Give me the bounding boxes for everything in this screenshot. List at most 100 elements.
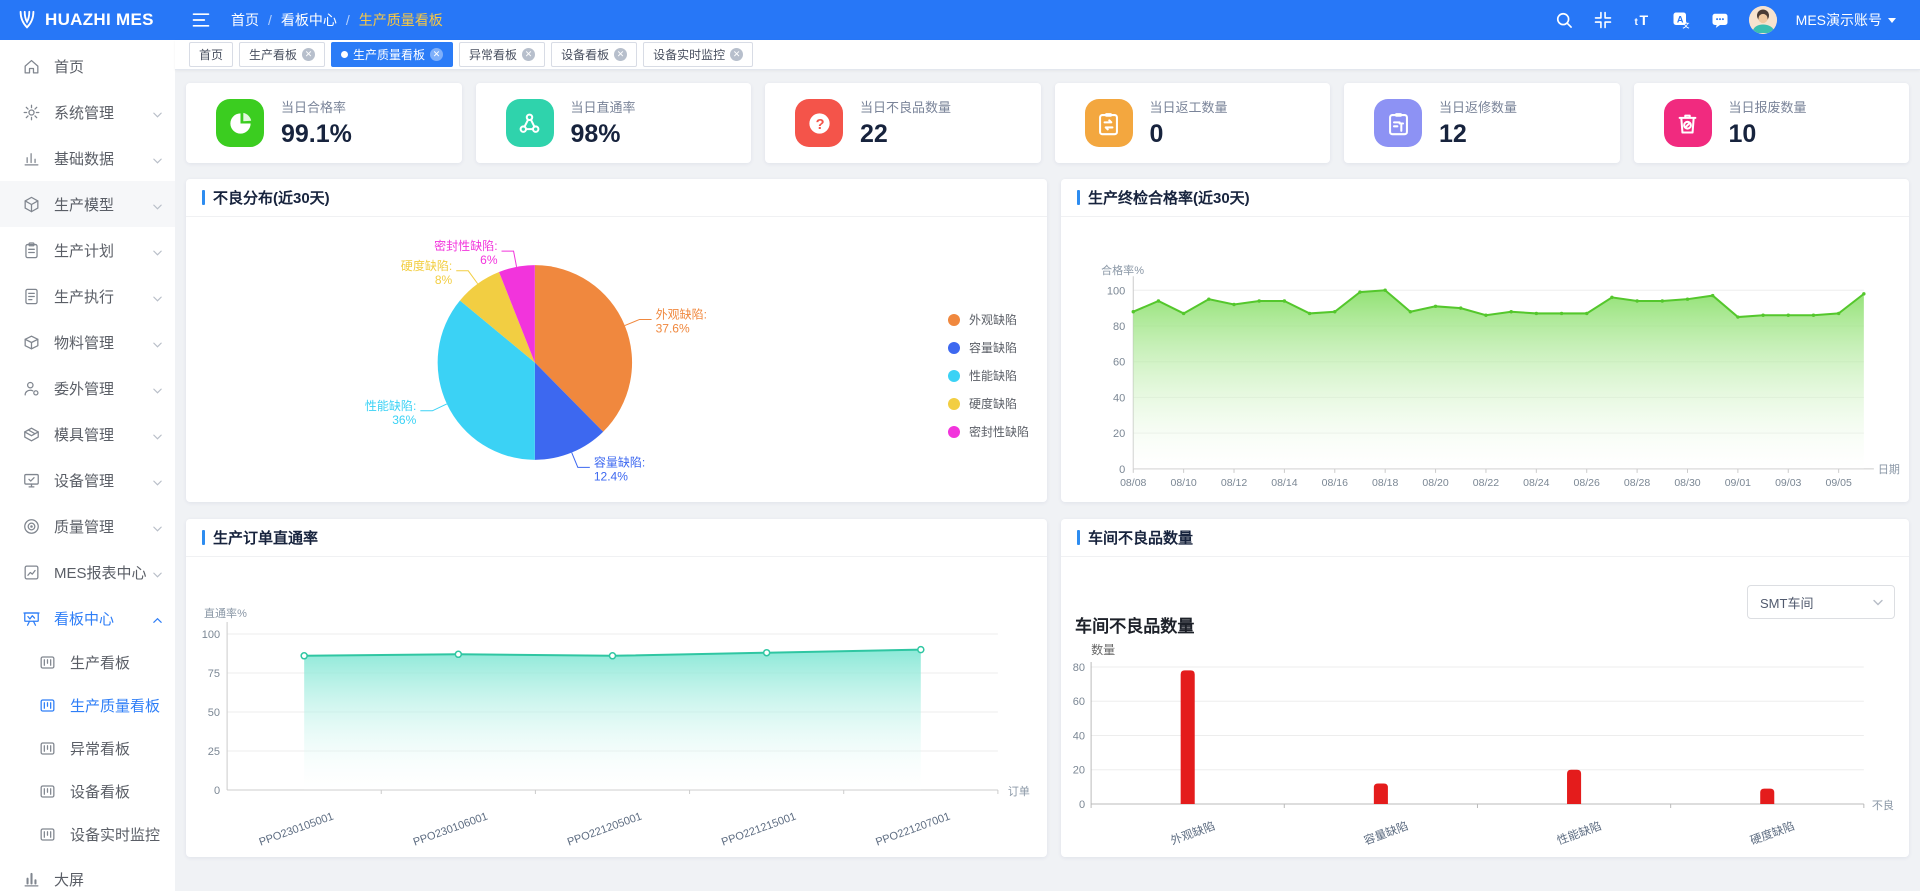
tab-production-board[interactable]: 生产看板✕ — [239, 42, 325, 67]
sidebar-item-production-plan[interactable]: 生产计划 — [0, 227, 175, 273]
sidebar-item-production-quality-board[interactable]: 生产质量看板 — [0, 684, 175, 727]
tab-equipment-realtime-monitor[interactable]: 设备实时监控 ✕ — [643, 42, 753, 67]
user-menu[interactable]: MES演示账号 — [1796, 10, 1896, 30]
sidebar-toggle-icon[interactable] — [191, 10, 211, 30]
sidebar-item-equipment-board[interactable]: 设备看板 — [0, 770, 175, 813]
breadcrumb-separator: / — [268, 12, 272, 28]
svg-text:100: 100 — [1107, 285, 1125, 297]
board-icon — [22, 609, 41, 628]
svg-text:09/01: 09/01 — [1725, 477, 1751, 489]
panel-marker — [1077, 190, 1080, 205]
header-actions: tT A文 MES演示账号 — [1554, 6, 1920, 34]
tab-production-quality-board[interactable]: 生产质量看板✕ — [331, 42, 453, 67]
svg-text:60: 60 — [1113, 357, 1125, 369]
defect-pie-chart: 外观缺陷:37.6%容量缺陷:12.4%性能缺陷:36%硬度缺陷:8%密封性缺陷… — [186, 217, 1047, 502]
sidebar-item-production-execution[interactable]: 生产执行 — [0, 273, 175, 319]
sidebar-item-production-model[interactable]: 生产模型 — [0, 181, 175, 227]
sidebar-item-board-center[interactable]: 看板中心 — [0, 595, 175, 641]
chevron-down-icon — [152, 245, 163, 256]
sidebar-item-production-board[interactable]: 生产看板 — [0, 641, 175, 684]
panel-icon — [38, 739, 57, 758]
translate-icon[interactable]: A文 — [1671, 10, 1691, 30]
sidebar-item-label: 异常看板 — [70, 738, 130, 759]
legend-item[interactable]: 外观缺陷 — [948, 311, 1029, 328]
chevron-down-icon — [152, 107, 163, 118]
sidebar-item-equipment-realtime-monitor[interactable]: 设备实时监控 — [0, 813, 175, 856]
chevron-up-icon — [152, 613, 163, 624]
legend-label: 容量缺陷 — [969, 339, 1017, 356]
tab-abnormal-board[interactable]: 异常看板✕ — [459, 42, 545, 67]
sidebar-item-base-data[interactable]: 基础数据 — [0, 135, 175, 181]
sidebar-item-mold-management[interactable]: 模具管理 — [0, 411, 175, 457]
tab-label: 设备实时监控 — [653, 46, 725, 63]
logo-icon — [16, 9, 38, 31]
svg-text:100: 100 — [202, 629, 220, 641]
legend-item[interactable]: 性能缺陷 — [948, 367, 1029, 384]
sidebar-item-abnormal-board[interactable]: 异常看板 — [0, 727, 175, 770]
breadcrumb-item[interactable]: 首页 — [231, 10, 259, 30]
kpi-card-repair-count: 当日返修数量12 — [1344, 83, 1620, 163]
repair-icon — [1374, 99, 1422, 147]
legend-item[interactable]: 容量缺陷 — [948, 339, 1029, 356]
sidebar-item-big-screen[interactable]: 大屏 — [0, 856, 175, 891]
target-icon — [22, 517, 41, 536]
close-icon[interactable]: ✕ — [522, 48, 535, 61]
legend-dot — [948, 426, 960, 438]
scrap-icon — [1664, 99, 1712, 147]
svg-text:0: 0 — [1079, 799, 1085, 811]
kpi-label: 当日报废数量 — [1729, 97, 1807, 116]
close-icon[interactable]: ✕ — [614, 48, 627, 61]
font-size-icon[interactable]: tT — [1632, 10, 1652, 30]
legend-item[interactable]: 硬度缺陷 — [948, 395, 1029, 412]
svg-text:08/28: 08/28 — [1624, 477, 1650, 489]
svg-text:容量缺陷: 容量缺陷 — [1362, 819, 1410, 848]
sidebar-item-label: 物料管理 — [54, 332, 114, 353]
sidebar-item-system-management[interactable]: 系统管理 — [0, 89, 175, 135]
logo[interactable]: HUAZHI MES — [0, 9, 175, 31]
kpi-card-defect-count: ?当日不良品数量22 — [765, 83, 1041, 163]
panel-defect-distribution: 不良分布(近30天) 外观缺陷:37.6%容量缺陷:12.4%性能缺陷:36%硬… — [186, 179, 1047, 502]
close-icon[interactable]: ✕ — [302, 48, 315, 61]
close-icon[interactable]: ✕ — [430, 48, 443, 61]
kpi-card-fpy: 当日直通率 98% — [476, 83, 752, 163]
kpi-value: 98% — [571, 120, 636, 149]
svg-text:容量缺陷:12.4%: 容量缺陷:12.4% — [594, 454, 645, 483]
breadcrumb: 首页/看板中心/生产质量看板 — [231, 10, 443, 30]
tab-bar: 首页生产看板✕生产质量看板✕异常看板✕设备看板✕ 设备实时监控 ✕ — [175, 40, 1920, 70]
legend-item[interactable]: 密封性缺陷 — [948, 423, 1029, 440]
svg-text:外观缺陷:37.6%: 外观缺陷:37.6% — [656, 306, 707, 335]
svg-text:09/03: 09/03 — [1775, 477, 1801, 489]
svg-text:不良: 不良 — [1872, 798, 1894, 812]
sidebar-item-quality-management[interactable]: 质量管理 — [0, 503, 175, 549]
chevron-down-icon — [152, 199, 163, 210]
compress-icon[interactable] — [1593, 10, 1613, 30]
person-icon — [22, 379, 41, 398]
sidebar-item-material-management[interactable]: 物料管理 — [0, 319, 175, 365]
svg-text:08/30: 08/30 — [1674, 477, 1700, 489]
chevron-down-icon — [1872, 596, 1884, 608]
svg-text:车间不良品数量: 车间不良品数量 — [1075, 616, 1194, 636]
kpi-card-scrap-count: 当日报废数量10 — [1634, 83, 1910, 163]
message-icon[interactable] — [1710, 10, 1730, 30]
chevron-down-icon — [152, 153, 163, 164]
tab-equipment-board[interactable]: 设备看板✕ — [551, 42, 637, 67]
kpi-card-pass-rate: 当日合格率99.1% — [186, 83, 462, 163]
kpi-value: 22 — [860, 120, 951, 149]
workshop-select[interactable]: SMT车间 — [1747, 585, 1895, 619]
sidebar-item-outsourcing-management[interactable]: 委外管理 — [0, 365, 175, 411]
legend-label: 性能缺陷 — [969, 367, 1017, 384]
search-icon[interactable] — [1554, 10, 1574, 30]
tab-home[interactable]: 首页 — [189, 42, 233, 67]
sidebar-item-equipment-management[interactable]: 设备管理 — [0, 457, 175, 503]
kpi-label: 当日直通率 — [571, 97, 636, 116]
sidebar-item-home[interactable]: 首页 — [0, 43, 175, 89]
avatar[interactable] — [1749, 6, 1777, 34]
panel-title: 不良分布(近30天) — [213, 187, 330, 208]
chevron-down-icon — [1888, 18, 1896, 23]
sidebar-submenu-board-center: 生产看板生产质量看板异常看板设备看板设备实时监控 — [0, 641, 175, 856]
breadcrumb-item[interactable]: 看板中心 — [281, 10, 337, 30]
kpi-value: 99.1% — [281, 120, 352, 149]
close-icon[interactable]: ✕ — [730, 48, 743, 61]
panel-order-fpy: 生产订单直通率 0255075100直通率%PPO230105001PPO230… — [186, 519, 1047, 857]
sidebar-item-mes-report-center[interactable]: MES报表中心 — [0, 549, 175, 595]
